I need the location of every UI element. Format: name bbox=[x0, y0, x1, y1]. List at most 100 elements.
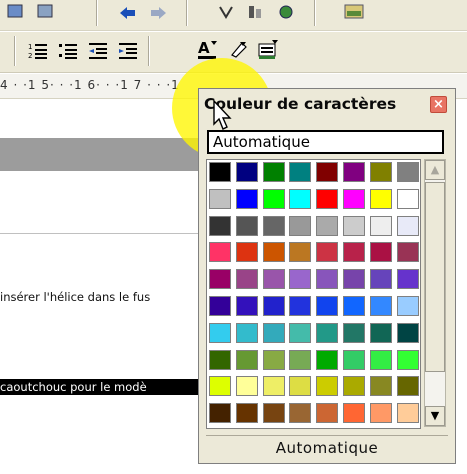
color-swatch[interactable] bbox=[368, 214, 395, 241]
color-swatch[interactable] bbox=[395, 294, 422, 321]
color-swatch[interactable] bbox=[287, 401, 314, 428]
color-swatch[interactable] bbox=[234, 240, 261, 267]
document-selected-text[interactable]: caoutchouc pour le modè bbox=[0, 379, 200, 395]
color-swatch[interactable] bbox=[207, 187, 234, 214]
color-swatch[interactable] bbox=[234, 214, 261, 241]
color-swatch[interactable] bbox=[395, 267, 422, 294]
color-swatch[interactable] bbox=[261, 401, 288, 428]
color-swatch[interactable] bbox=[287, 214, 314, 241]
color-swatch[interactable] bbox=[261, 187, 288, 214]
color-swatch[interactable] bbox=[395, 160, 422, 187]
color-swatch[interactable] bbox=[207, 294, 234, 321]
toolbar-icon-3[interactable] bbox=[214, 0, 238, 24]
color-swatch[interactable] bbox=[395, 401, 422, 428]
color-swatch[interactable] bbox=[341, 348, 368, 375]
color-swatch[interactable] bbox=[287, 348, 314, 375]
color-swatch[interactable] bbox=[234, 160, 261, 187]
color-swatch[interactable] bbox=[207, 240, 234, 267]
color-swatch[interactable] bbox=[314, 348, 341, 375]
color-swatch[interactable] bbox=[261, 294, 288, 321]
color-swatch[interactable] bbox=[207, 321, 234, 348]
color-swatch[interactable] bbox=[395, 214, 422, 241]
scroll-thumb[interactable] bbox=[425, 182, 445, 372]
color-swatch[interactable] bbox=[207, 267, 234, 294]
color-swatch[interactable] bbox=[287, 160, 314, 187]
color-swatch[interactable] bbox=[368, 294, 395, 321]
color-swatch[interactable] bbox=[395, 187, 422, 214]
toolbar-icon-5[interactable] bbox=[274, 0, 298, 24]
numbered-list-icon[interactable]: 1 2 bbox=[26, 39, 50, 63]
close-icon[interactable]: × bbox=[430, 96, 447, 113]
color-swatch[interactable] bbox=[368, 348, 395, 375]
color-swatch[interactable] bbox=[395, 348, 422, 375]
color-swatch[interactable] bbox=[314, 401, 341, 428]
color-swatch[interactable] bbox=[341, 401, 368, 428]
color-swatch[interactable] bbox=[314, 374, 341, 401]
palette-scrollbar[interactable]: ▲ ▼ bbox=[424, 159, 446, 427]
color-swatch[interactable] bbox=[314, 267, 341, 294]
toolbar-icon-1[interactable] bbox=[4, 0, 28, 24]
color-swatch[interactable] bbox=[234, 267, 261, 294]
color-swatch[interactable] bbox=[287, 267, 314, 294]
color-swatch[interactable] bbox=[287, 294, 314, 321]
color-swatch[interactable] bbox=[261, 214, 288, 241]
color-swatch[interactable] bbox=[261, 160, 288, 187]
color-swatch[interactable] bbox=[207, 401, 234, 428]
color-swatch[interactable] bbox=[287, 374, 314, 401]
color-swatch[interactable] bbox=[287, 240, 314, 267]
color-swatch[interactable] bbox=[314, 160, 341, 187]
color-swatch[interactable] bbox=[234, 401, 261, 428]
color-swatch[interactable] bbox=[368, 321, 395, 348]
scroll-up-icon[interactable]: ▲ bbox=[425, 160, 445, 180]
document-text-line[interactable]: insérer l'hélice dans le fus bbox=[0, 290, 200, 304]
char-background-icon[interactable] bbox=[256, 38, 280, 62]
color-swatch[interactable] bbox=[207, 348, 234, 375]
toolbar-icon-6[interactable] bbox=[342, 0, 366, 24]
color-swatch[interactable] bbox=[341, 321, 368, 348]
increase-indent-icon[interactable] bbox=[116, 39, 140, 63]
color-swatch[interactable] bbox=[261, 267, 288, 294]
color-name-field[interactable]: Automatique bbox=[207, 130, 444, 154]
color-swatch[interactable] bbox=[368, 160, 395, 187]
toolbar-icon-4[interactable] bbox=[244, 0, 268, 24]
color-swatch[interactable] bbox=[395, 240, 422, 267]
color-swatch[interactable] bbox=[207, 160, 234, 187]
color-swatch[interactable] bbox=[261, 240, 288, 267]
color-swatch[interactable] bbox=[234, 187, 261, 214]
color-swatch[interactable] bbox=[234, 348, 261, 375]
color-swatch[interactable] bbox=[368, 401, 395, 428]
popup-title[interactable]: Couleur de caractères bbox=[199, 89, 455, 119]
decrease-indent-icon[interactable] bbox=[86, 39, 110, 63]
automatic-color-button[interactable]: Automatique bbox=[206, 435, 448, 459]
color-swatch[interactable] bbox=[234, 374, 261, 401]
color-swatch[interactable] bbox=[207, 374, 234, 401]
color-swatch[interactable] bbox=[368, 374, 395, 401]
color-swatch[interactable] bbox=[341, 374, 368, 401]
color-swatch[interactable] bbox=[314, 240, 341, 267]
bullet-list-icon[interactable] bbox=[56, 39, 80, 63]
color-swatch[interactable] bbox=[368, 267, 395, 294]
scroll-down-icon[interactable]: ▼ bbox=[425, 406, 445, 426]
color-swatch[interactable] bbox=[234, 321, 261, 348]
color-swatch[interactable] bbox=[368, 240, 395, 267]
color-swatch[interactable] bbox=[234, 294, 261, 321]
color-swatch[interactable] bbox=[341, 240, 368, 267]
color-swatch[interactable] bbox=[261, 321, 288, 348]
color-swatch[interactable] bbox=[314, 214, 341, 241]
color-swatch[interactable] bbox=[287, 321, 314, 348]
color-swatch[interactable] bbox=[341, 160, 368, 187]
color-swatch[interactable] bbox=[395, 321, 422, 348]
color-swatch[interactable] bbox=[207, 214, 234, 241]
color-swatch[interactable] bbox=[341, 187, 368, 214]
color-swatch[interactable] bbox=[261, 374, 288, 401]
color-swatch[interactable] bbox=[261, 348, 288, 375]
redo-icon[interactable] bbox=[146, 0, 170, 24]
color-swatch[interactable] bbox=[368, 187, 395, 214]
color-swatch[interactable] bbox=[314, 187, 341, 214]
undo-icon[interactable] bbox=[116, 0, 140, 24]
color-swatch[interactable] bbox=[314, 321, 341, 348]
color-swatch[interactable] bbox=[395, 374, 422, 401]
color-swatch[interactable] bbox=[341, 267, 368, 294]
color-swatch[interactable] bbox=[314, 294, 341, 321]
toolbar-icon-2[interactable] bbox=[34, 0, 58, 24]
